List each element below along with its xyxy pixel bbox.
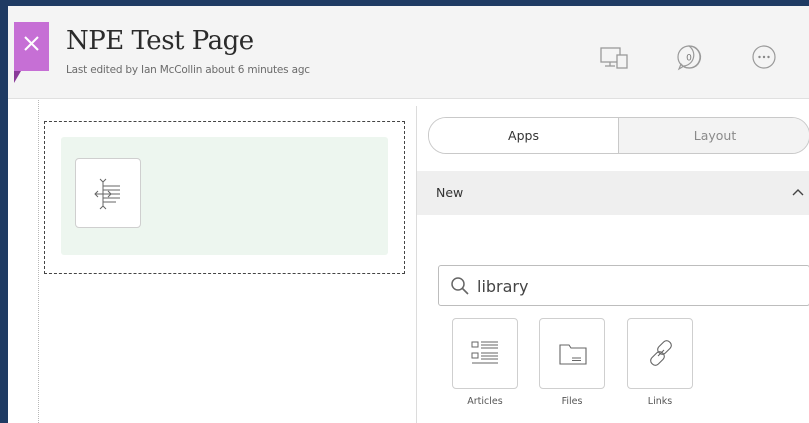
panel-tabs: Apps Layout [428,117,809,154]
move-arrows-icon [94,178,120,210]
more-options-icon[interactable] [750,43,778,71]
folder-icon [559,344,587,365]
app-label-files: Files [561,396,583,407]
articles-icon [471,341,498,364]
link-icon [650,340,672,366]
last-edited-text: Last edited by Ian McCollin about 6 minu… [66,64,310,76]
app-label-articles: Articles [467,396,503,407]
search-icon [451,277,469,295]
comment-bubble-icon: 0 [677,45,702,71]
page-title: NPE Test Page [66,26,254,56]
section-label: New [436,185,464,200]
close-icon [24,36,39,51]
comments-count: 0 [686,54,692,64]
content-drop-zone[interactable] [44,121,405,274]
app-tile-links[interactable] [627,318,693,389]
module-move-handle[interactable] [75,158,141,228]
tab-apps[interactable]: Apps [429,118,619,153]
content-module[interactable] [61,137,388,255]
tab-layout[interactable]: Layout [619,118,809,153]
search-input[interactable] [477,274,777,298]
page-editor-frame: NPE Test Page Last edited by Ian McColli… [8,6,809,423]
page-header: NPE Test Page Last edited by Ian McColli… [8,6,809,99]
app-tile-articles[interactable] [452,318,518,389]
device-preview-icon[interactable] [599,46,631,70]
apps-panel: Apps Layout New library Articles Files L… [416,106,809,423]
comments-button[interactable]: 0 [675,43,703,71]
app-tile-files[interactable] [539,318,605,389]
app-search-box[interactable] [438,265,809,306]
close-button[interactable] [14,22,49,83]
section-new-header[interactable]: New [417,171,809,215]
app-label-links: Links [647,396,673,407]
chevron-up-icon [792,189,804,196]
